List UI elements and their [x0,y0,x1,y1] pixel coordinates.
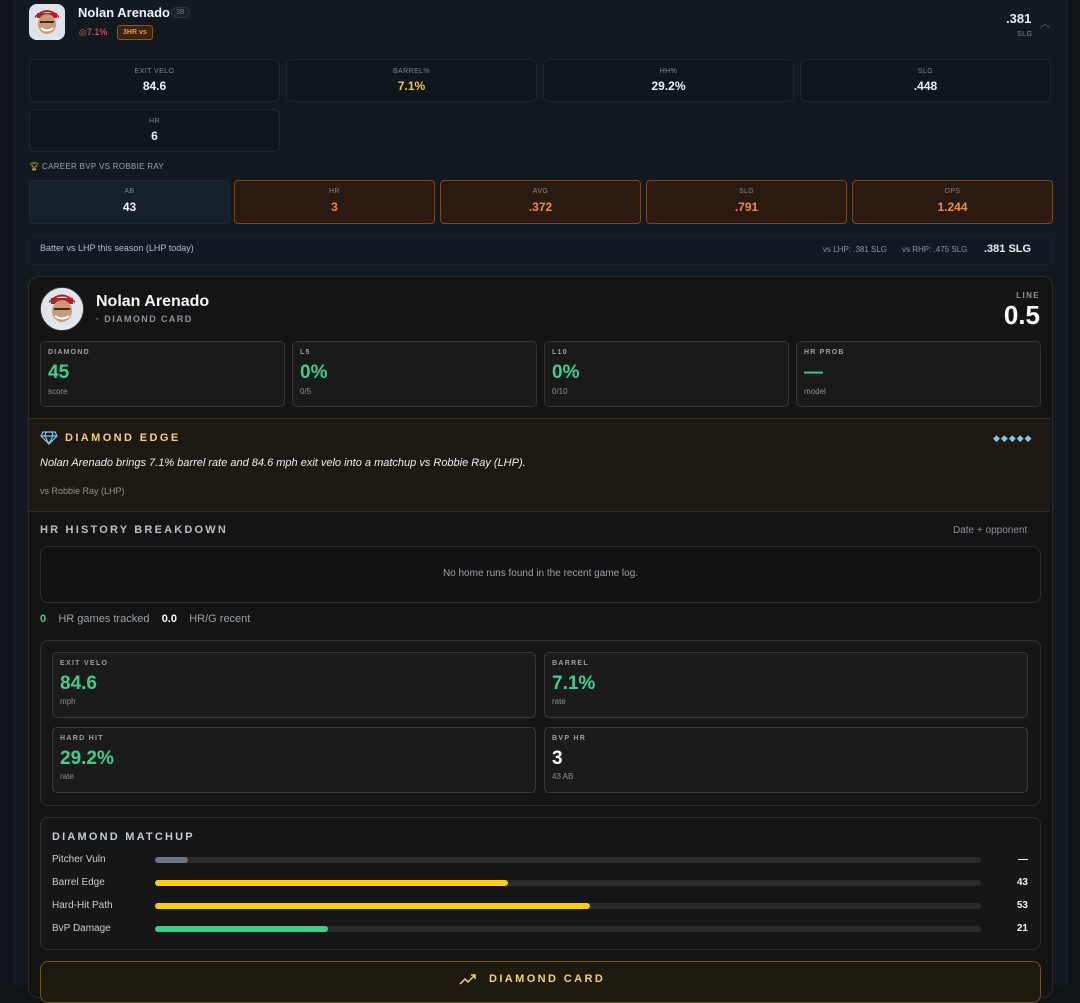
matchup-bar-label: BvP Damage [52,923,111,934]
lhp-split-text: Batter vs LHP this season (LHP today) [40,243,194,253]
chevron-up-icon[interactable]: ︿ [1040,15,1050,30]
metric-value: .448 [913,79,938,93]
bvp-stat-value: 43 [122,200,137,214]
header-slg-label: SLG [1017,31,1033,38]
matchup-bar-label: Hard-Hit Path [52,900,113,911]
metric-cell-sub: mph [60,697,76,706]
metric-value: 7.1% [397,79,426,93]
metric-label: EXIT VELO [134,68,175,75]
bvp-stat-value: .791 [734,200,759,214]
metric-cell-sub: 43 AB [552,772,574,781]
bvp-stat-label: SLG [738,188,755,195]
matchup-bar-fill [155,903,590,909]
bvp-stat-value: .372 [528,200,553,214]
bvp-stat-value: 3 [331,200,338,214]
diamond-rating: ◆◆◆◆◆ [993,433,1033,443]
matchup-bar-fill [155,880,508,886]
diamond-icon [40,431,58,450]
card-stat-value: 0% [552,362,580,383]
diamond-edge-sub: vs Robbie Ray (LHP) [40,486,125,496]
line-value: 0.5 [1003,300,1040,330]
hr-tracked-summary: 0 HR games tracked 0.0 HR/G recent [40,613,250,625]
matchup-title: DIAMOND MATCHUP [52,831,195,843]
matchup-bar-track [155,857,981,863]
lhp-summary-slg: .381 SLG [984,243,1032,255]
bvp-stat-label: OPS [944,188,961,195]
card-stat-sub: 0/10 [552,387,568,396]
metric-cell-label: EXIT VELO [60,660,109,667]
metric-value: 84.6 [142,79,167,93]
matchup-bar-fill [155,926,328,932]
hr-games-label: HR games tracked [58,613,150,625]
metric-cell-sub: rate [552,697,566,706]
matchup-bar-label: Barrel Edge [52,877,105,888]
barrel-pct-badge: ◎7.1% [79,27,108,37]
vs-lhp-slg: vs LHP: .381 SLG [823,245,888,254]
metric-cell [544,652,1028,718]
card-avatar [40,287,84,331]
metric-label: SLG [917,68,934,75]
matchup-bar-value: 53 [1016,900,1028,911]
hr-games-count: 0 [40,613,47,625]
hr-rate-label: HR/G recent [189,613,251,625]
matchup-bar-label: Pitcher Vuln [52,854,106,865]
metric-label: HH% [659,68,678,75]
hr-history-sort: Date + opponent [953,525,1028,536]
card-stat-sub: 0/5 [300,387,312,396]
metric-cell [52,727,536,793]
card-stat-label: L10 [552,349,568,356]
trophy-icon: 🏆︎ [29,162,40,171]
metric-label: HR [149,118,160,125]
hr-vs-badge: 3HR vs [117,25,153,40]
position-badge: 3B [171,7,190,18]
metric-cell [544,727,1028,793]
hr-rate-value: 0.0 [161,613,177,625]
card-stat-value: 45 [48,362,70,383]
metric-cell-label: HARD HIT [60,735,104,742]
metric-label: BARREL% [392,68,431,75]
card-stat-label: HR PROB [804,349,845,356]
card-player-name: Nolan Arenado [96,293,210,310]
target-icon: ◎ [79,27,87,37]
hr-history-empty-text: No home runs found in the recent game lo… [442,568,639,579]
card-stat-value: — [804,362,823,383]
player-name: Nolan Arenado [78,5,170,20]
header-slg-value: .381 [1006,11,1032,26]
card-stat-sub: score [48,387,68,396]
matchup-bar-fill [155,857,188,863]
metric-value: 6 [151,129,158,143]
card-stat-value: 0% [300,362,328,383]
card-subtitle: · DIAMOND CARD [96,314,193,324]
bvp-title: 🏆︎ CAREER BVP VS ROBBIE RAY [29,162,165,171]
card-stat-box [544,341,789,407]
matchup-bar-value: 43 [1016,877,1028,888]
metric-cell-value: 3 [552,748,563,769]
player-avatar [29,4,65,40]
diamond-card-button-label[interactable]: DIAMOND CARD [489,973,605,985]
matchup-bar-value: — [1018,854,1028,865]
hr-history-title: HR HISTORY BREAKDOWN [40,524,229,536]
diamond-edge-title: DIAMOND EDGE [65,432,181,444]
bvp-stat-value: 1.244 [937,200,968,214]
card-stat-label: DIAMOND [48,349,90,356]
card-stat-sub: model [804,387,826,396]
trending-up-icon [459,972,477,991]
metric-cell [52,652,536,718]
metric-cell-label: BVP HR [552,735,587,742]
bvp-stat-label: AVG [532,188,549,195]
metric-cell-value: 7.1% [552,673,596,694]
matchup-bar-value: 21 [1016,923,1028,934]
metric-cell-value: 29.2% [60,748,114,769]
diamond-edge-text: Nolan Arenado brings 7.1% barrel rate an… [40,457,526,469]
card-stat-box [292,341,537,407]
metric-value: 29.2% [651,79,686,93]
vs-rhp-slg: vs RHP: .475 SLG [902,245,968,254]
metric-cell-label: BARREL [552,660,589,667]
line-label: LINE [1016,291,1040,300]
card-stat-label: L5 [300,349,311,356]
metric-cell-value: 84.6 [60,673,97,694]
metric-cell-sub: rate [60,772,74,781]
bvp-stat-label: HR [329,188,340,195]
bvp-stat-label: AB [124,188,135,195]
